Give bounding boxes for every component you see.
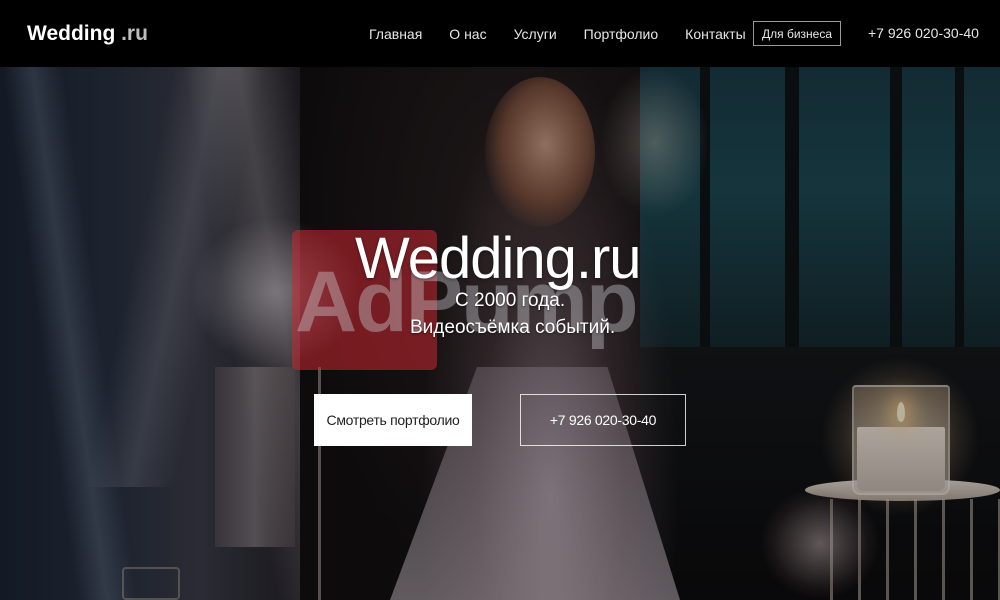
site-logo[interactable]: Wedding .ru <box>27 22 148 46</box>
main-nav: Главная О нас Услуги Портфолио Контакты <box>369 0 773 67</box>
hero-subtitle-line2: Видеосъёмка событий. <box>410 317 616 338</box>
hero-section: AdPump Wedding.ru С 2000 года. Видеосъём… <box>0 67 1000 600</box>
nav-item-services[interactable]: Услуги <box>514 26 557 42</box>
view-portfolio-button[interactable]: Смотреть портфолио <box>314 394 472 446</box>
site-header: Wedding .ru Главная О нас Услуги Портфол… <box>0 0 1000 67</box>
nav-item-contacts[interactable]: Контакты <box>685 26 745 42</box>
nav-item-portfolio[interactable]: Портфолио <box>584 26 659 42</box>
logo-main-text: Wedding <box>27 22 116 45</box>
business-button[interactable]: Для бизнеса <box>753 21 841 46</box>
hero-title: Wedding.ru <box>355 226 642 291</box>
hero-subtitle-line1: С 2000 года. <box>455 290 566 311</box>
header-phone-link[interactable]: +7 926 020-30-40 <box>868 25 979 41</box>
hero-phone-button[interactable]: +7 926 020-30-40 <box>520 394 686 446</box>
logo-tld-text: .ru <box>115 22 148 45</box>
nav-item-about[interactable]: О нас <box>449 26 486 42</box>
nav-item-home[interactable]: Главная <box>369 26 422 42</box>
